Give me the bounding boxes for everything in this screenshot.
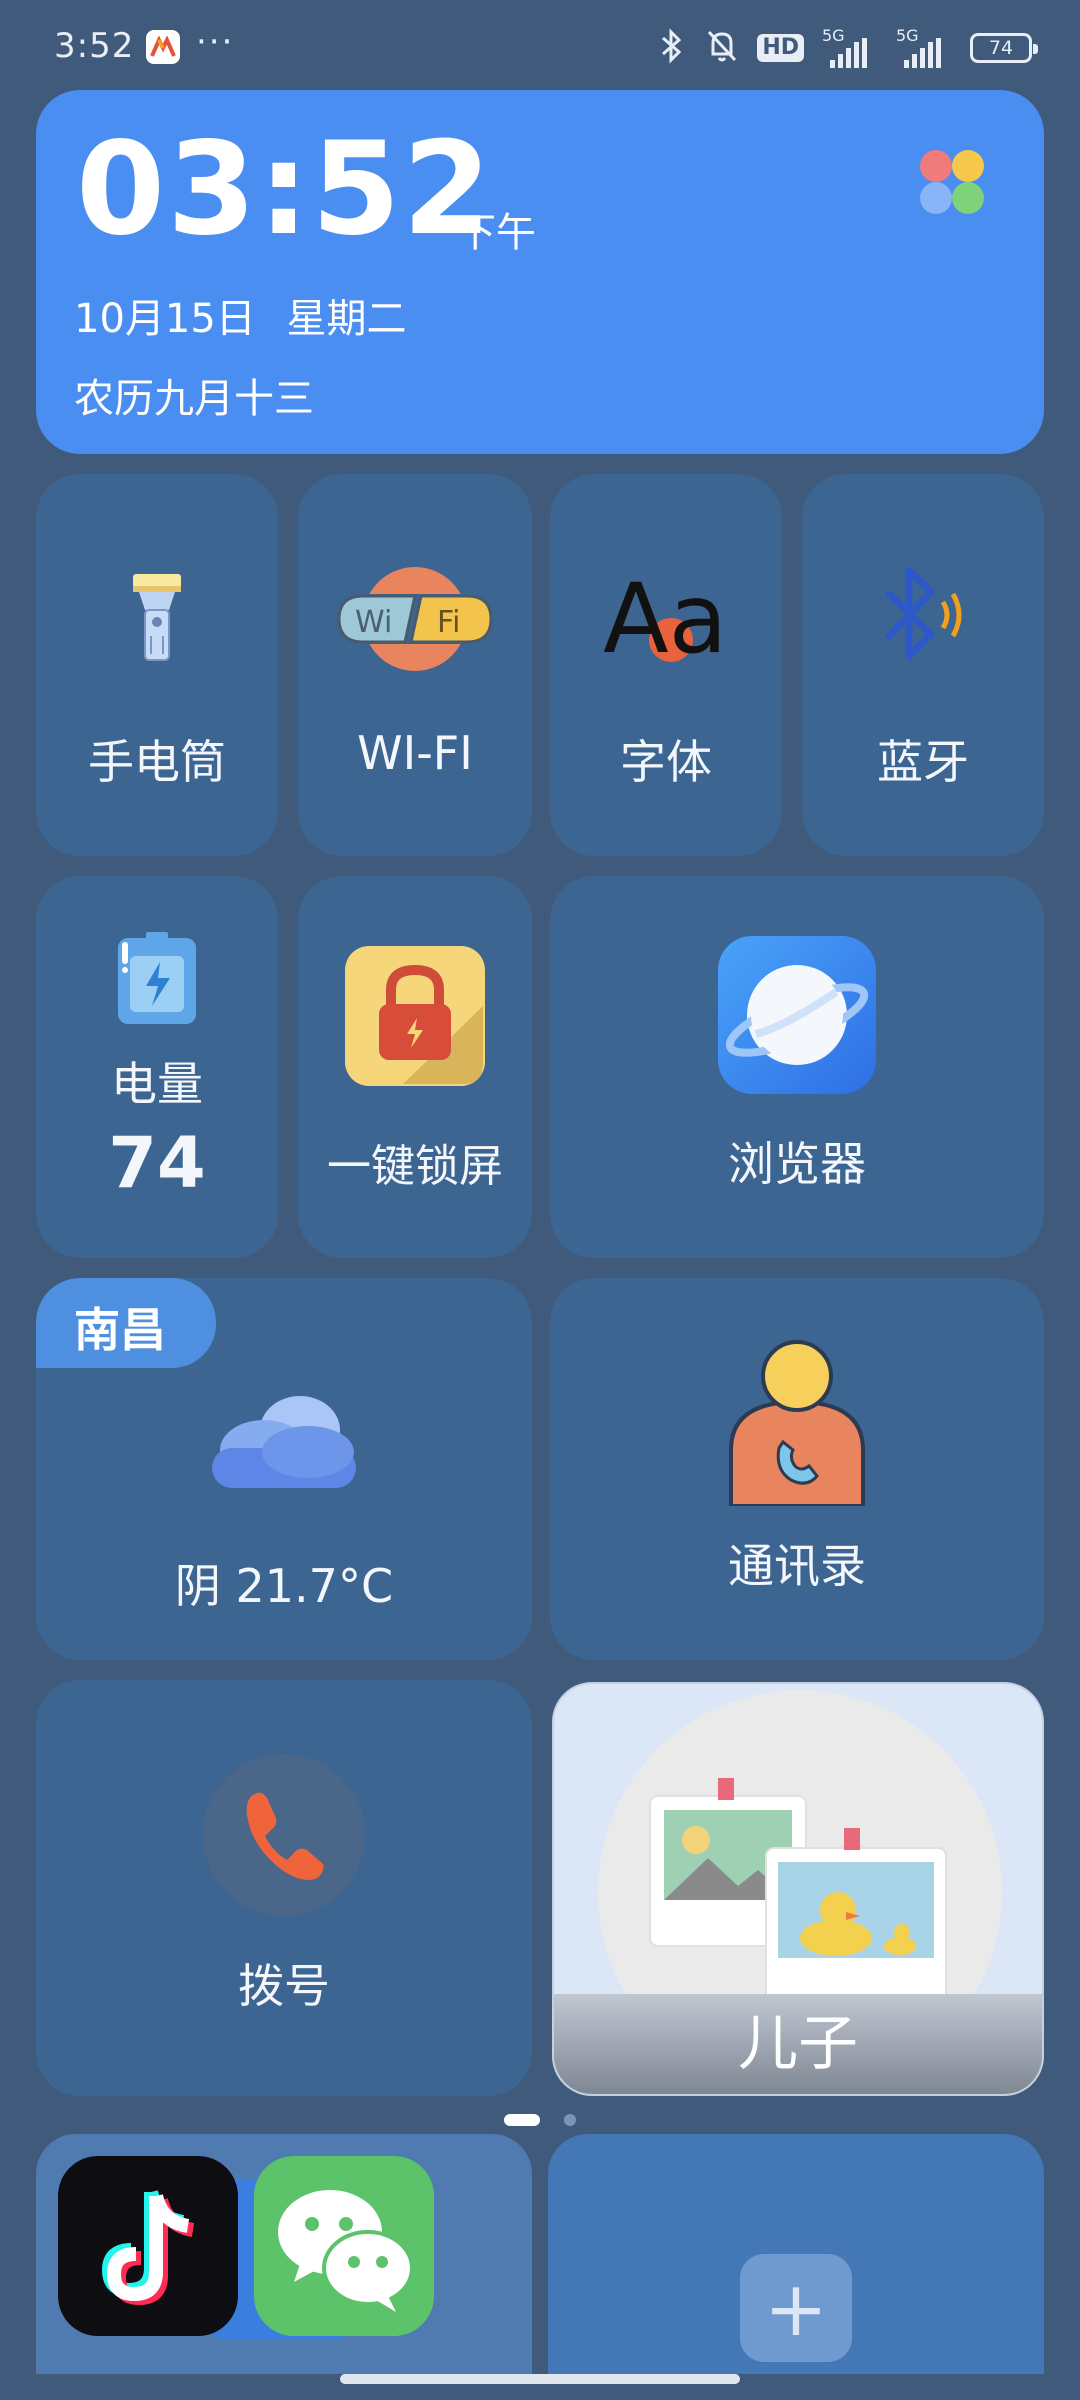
font-icon-glyph: Aa [603,563,728,672]
add-widget-button[interactable]: + [740,2254,852,2362]
wifi-icon-text-left: Wi [355,605,392,640]
photo-widget[interactable]: 儿子 [552,1682,1044,2096]
lock-screen-tile[interactable]: 一键锁屏 [298,876,532,1258]
contacts-tile[interactable]: 通讯录 [550,1278,1044,1660]
wifi-label: WI-FI [357,726,473,780]
battery-label: 电量 [111,1057,203,1111]
flashlight-tile[interactable]: 手电筒 [36,474,278,856]
notification-app-icon [146,30,180,64]
photo-album-label: 儿子 [738,2009,858,2079]
signal-strength-icon: 5G [896,26,952,68]
bluetooth-status-icon [657,28,687,68]
wechat-app-icon[interactable] [254,2156,434,2336]
battery-charge-icon [112,928,202,1032]
clock-ampm: 下午 [456,210,536,256]
browser-label: 浏览器 [728,1137,866,1191]
lunar-date: 农历九月十三 [74,376,314,422]
tiktok-app-icon[interactable] [58,2156,238,2336]
signal-strength-icon: 5G [822,26,878,68]
weather-condition: 阴 21.7°C [174,1559,394,1613]
font-label: 字体 [620,735,712,789]
weather-city-badge: 南昌 [36,1278,216,1368]
photos-illustration-icon [648,1778,978,2012]
clock-date: 10月15日 星期二 [74,296,407,342]
page-indicator-active[interactable] [504,2114,540,2126]
bluetooth-label: 蓝牙 [877,735,969,789]
wifi-icon: Wi Fi [333,564,497,678]
status-indicators: HD 5G 5G 74 [657,24,1038,72]
font-icon: Aa [601,562,731,676]
home-indicator[interactable] [340,2374,740,2384]
browser-tile[interactable]: 浏览器 [550,876,1044,1258]
clock-widget[interactable]: 03:52 下午 10月15日 星期二 农历九月十三 [36,90,1044,454]
more-notifications-icon: ··· [196,22,235,62]
weather-tile[interactable]: 南昌 阴 21.7°C [36,1278,532,1660]
battery-level-value: 74 [108,1122,206,1204]
cloud-icon [204,1388,364,1502]
lock-icon [343,944,487,1092]
hd-voice-badge: HD [757,34,804,62]
theme-logo-icon [916,146,988,218]
dial-tile[interactable]: 拨号 [36,1680,532,2096]
page-indicator[interactable] [564,2114,576,2126]
weather-city: 南昌 [74,1303,166,1357]
browser-icon [716,934,878,1100]
battery-tile[interactable]: 电量 74 [36,876,278,1258]
status-time: 3:52 [54,26,135,66]
flashlight-icon [127,566,187,670]
wifi-icon-text-right: Fi [437,605,460,640]
flashlight-label: 手电筒 [88,735,226,789]
battery-icon: 74 [970,33,1038,63]
phone-icon [203,1754,365,1916]
dial-label: 拨号 [238,1959,330,2013]
status-bar: 3:52 ··· HD 5G 5G 74 [0,0,1080,96]
contacts-icon [717,1340,877,1510]
bluetooth-tile[interactable]: 蓝牙 [802,474,1044,856]
wifi-tile[interactable]: Wi Fi WI-FI [298,474,532,856]
clock-time: 03:52 [76,115,494,264]
lock-screen-label: 一键锁屏 [327,1141,503,1192]
mute-bell-icon [705,28,739,68]
contacts-label: 通讯录 [728,1539,866,1593]
font-tile[interactable]: Aa 字体 [550,474,782,856]
bluetooth-icon [873,560,973,674]
